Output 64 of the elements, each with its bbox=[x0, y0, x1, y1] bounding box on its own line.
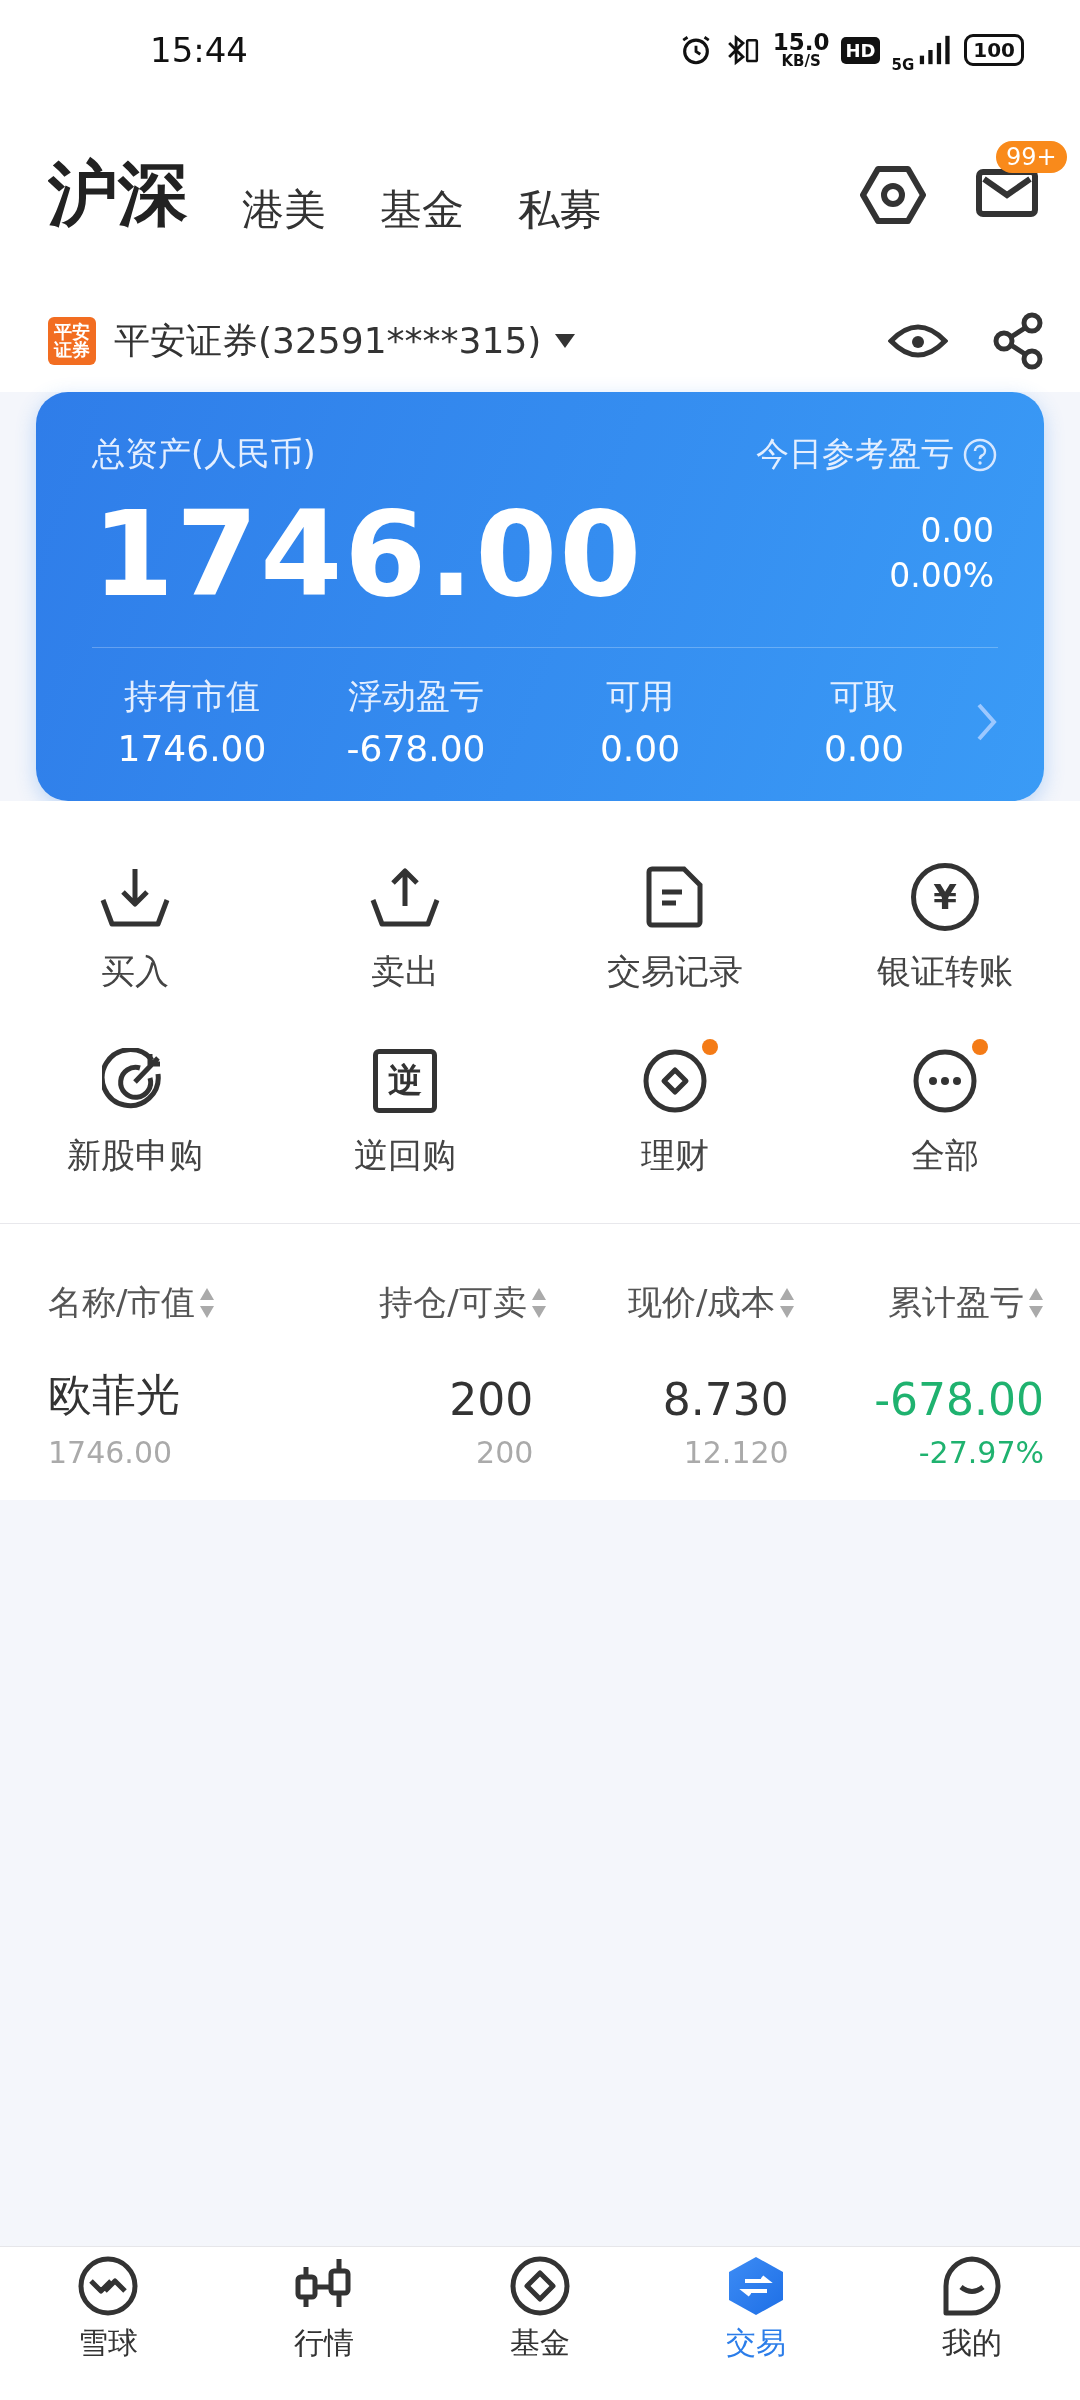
column-header[interactable]: 现价/成本 bbox=[546, 1280, 796, 1326]
mail-icon[interactable] bbox=[976, 169, 1038, 217]
total-assets-value: 1746.00 bbox=[92, 485, 644, 623]
speed-unit: KB/S bbox=[781, 54, 821, 69]
action-label[interactable]: 逆回购 bbox=[354, 1133, 456, 1179]
status-time: 15:44 bbox=[150, 30, 249, 70]
document-icon[interactable] bbox=[646, 866, 704, 928]
stat-value: -678.00 bbox=[346, 728, 486, 769]
total-pnl-percent: -27.97% bbox=[918, 1435, 1044, 1470]
column-header[interactable]: 累计盈亏 bbox=[795, 1280, 1044, 1326]
position-quantity: 200 bbox=[449, 1374, 534, 1425]
stat-value: 1746.00 bbox=[117, 728, 267, 769]
market-value: 1746.00 bbox=[48, 1435, 174, 1470]
sellable-quantity: 200 bbox=[476, 1435, 534, 1470]
account-name[interactable]: 平安证券(32591****315) bbox=[114, 316, 542, 366]
broker-logo: 平安 证券 bbox=[48, 317, 96, 365]
network-speed: 15.0 bbox=[772, 31, 830, 54]
snowball-icon[interactable] bbox=[77, 2255, 139, 2317]
cost-price: 12.120 bbox=[683, 1435, 789, 1470]
action-label[interactable]: 银证转账 bbox=[877, 949, 1013, 995]
column-header[interactable]: 持仓/可卖 bbox=[298, 1280, 547, 1326]
nav-tab[interactable]: 雪球 bbox=[78, 2323, 138, 2364]
action-label[interactable]: 全部 bbox=[911, 1133, 979, 1179]
hd-badge: HD bbox=[841, 36, 880, 64]
upload-tray-icon[interactable] bbox=[370, 866, 440, 928]
stock-name[interactable]: 欧菲光 bbox=[48, 1366, 298, 1425]
settings-icon[interactable] bbox=[860, 165, 926, 225]
unread-badge: 99+ bbox=[996, 141, 1067, 173]
today-pnl-label: 今日参考盈亏 bbox=[756, 433, 954, 475]
action-label[interactable]: 交易记录 bbox=[607, 949, 743, 995]
market-tab[interactable]: 私募 bbox=[518, 182, 602, 242]
stat-label: 浮动盈亏 bbox=[348, 675, 484, 718]
action-label[interactable]: 理财 bbox=[641, 1133, 709, 1179]
market-tab[interactable]: 港美 bbox=[242, 182, 326, 242]
more-icon[interactable] bbox=[912, 1048, 978, 1114]
stat-label: 持有市值 bbox=[124, 675, 260, 718]
action-label[interactable]: 卖出 bbox=[371, 949, 439, 995]
nav-tab[interactable]: 交易 bbox=[726, 2323, 786, 2364]
stat-value: 0.00 bbox=[599, 728, 681, 769]
action-label[interactable]: 新股申购 bbox=[67, 1133, 203, 1179]
network-type: 5G bbox=[891, 56, 915, 74]
download-tray-icon[interactable] bbox=[100, 866, 170, 928]
coin-icon[interactable] bbox=[642, 1048, 708, 1114]
share-icon[interactable] bbox=[992, 312, 1044, 370]
total-pnl: -678.00 bbox=[874, 1374, 1044, 1425]
today-pnl-percent: 0.00% bbox=[889, 555, 994, 597]
market-tab[interactable]: 基金 bbox=[380, 182, 464, 242]
nav-tab[interactable]: 行情 bbox=[294, 2323, 354, 2364]
yuan-exchange-icon[interactable]: ¥ bbox=[911, 863, 979, 931]
nav-tab[interactable]: 我的 bbox=[942, 2323, 1002, 2364]
stat-value: 0.00 bbox=[823, 728, 905, 769]
battery-indicator: 100 bbox=[964, 34, 1024, 66]
column-header[interactable]: 名称/市值 bbox=[48, 1280, 298, 1326]
today-pnl-value: 0.00 bbox=[920, 510, 994, 553]
current-price: 8.730 bbox=[662, 1374, 789, 1425]
reverse-repo-icon[interactable]: 逆 bbox=[373, 1049, 437, 1113]
total-assets-label: 总资产(人民币) bbox=[92, 433, 316, 475]
nav-tab[interactable]: 基金 bbox=[510, 2323, 570, 2364]
chat-bubble-icon[interactable] bbox=[941, 2255, 1003, 2317]
stat-label: 可取 bbox=[830, 675, 898, 718]
coin-icon[interactable] bbox=[509, 2255, 571, 2317]
action-label[interactable]: 买入 bbox=[101, 949, 169, 995]
dropdown-caret-icon[interactable] bbox=[555, 334, 576, 348]
stat-label: 可用 bbox=[606, 675, 674, 718]
